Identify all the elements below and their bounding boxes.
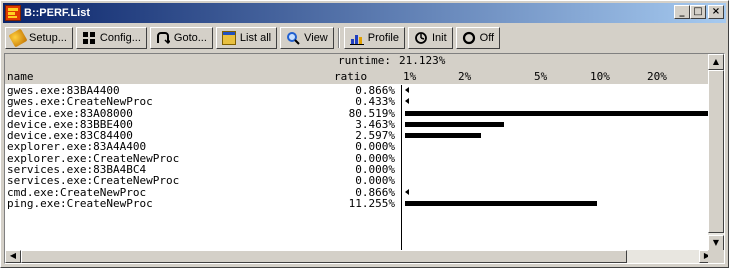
tick-label: 1% bbox=[403, 70, 417, 83]
ratio-bar bbox=[405, 133, 481, 139]
view-label: View bbox=[304, 32, 328, 44]
toolbar: Setup... Config... Goto... List all View bbox=[3, 25, 726, 51]
below-scale-arrow-icon bbox=[405, 87, 409, 93]
ratio-bar bbox=[405, 121, 504, 127]
wrench-icon bbox=[8, 28, 28, 48]
off-button[interactable]: Off bbox=[455, 27, 501, 49]
setup-button[interactable]: Setup... bbox=[5, 27, 73, 49]
profile-button[interactable]: Profile bbox=[343, 27, 405, 49]
row-ratio: 0.000% bbox=[355, 140, 395, 154]
off-icon bbox=[462, 31, 476, 45]
view-button[interactable]: View bbox=[280, 27, 334, 49]
maximize-button[interactable]: □ bbox=[690, 5, 706, 19]
init-label: Init bbox=[431, 32, 447, 44]
grid-icon bbox=[82, 31, 96, 45]
vertical-scroll-thumb[interactable] bbox=[708, 70, 724, 233]
scrollbar-corner bbox=[708, 250, 724, 263]
caption-buttons: _ □ × bbox=[674, 5, 724, 19]
ratio-column-header[interactable]: ratio bbox=[334, 71, 367, 82]
scroll-up-button[interactable]: ▲ bbox=[708, 54, 724, 70]
below-scale-arrow-icon bbox=[405, 188, 409, 195]
table-row[interactable]: gwes.exe:CreateNewProc 0.433% bbox=[5, 96, 715, 107]
title-bar[interactable]: B::PERF.List _ □ × bbox=[3, 3, 726, 23]
table-row[interactable]: ping.exe:CreateNewProc 11.255% bbox=[5, 198, 715, 209]
tick-label: 10% bbox=[590, 70, 610, 83]
scroll-down-button[interactable]: ▼ bbox=[708, 235, 724, 251]
tick-label: 5% bbox=[534, 70, 548, 83]
window-title: B::PERF.List bbox=[24, 7, 90, 19]
runtime-label: runtime: bbox=[338, 54, 391, 67]
toolbar-separator bbox=[337, 28, 340, 48]
ratio-bar bbox=[405, 200, 598, 206]
goto-button[interactable]: Goto... bbox=[149, 27, 213, 49]
vertical-scrollbar[interactable]: ▲ ▼ bbox=[708, 54, 724, 251]
tick-label: 20% bbox=[647, 70, 667, 83]
row-ratio: 11.255% bbox=[348, 196, 395, 210]
runtime-value: 21.123% bbox=[399, 54, 446, 67]
column-header: runtime: 21.123% name ratio 1% 2% 5% 10%… bbox=[5, 54, 715, 84]
row-ratio: 80.519% bbox=[348, 106, 395, 120]
close-button[interactable]: × bbox=[708, 5, 724, 19]
below-scale-arrow-icon bbox=[405, 98, 409, 105]
app-icon bbox=[5, 5, 21, 21]
tick-label: 2% bbox=[458, 70, 472, 83]
horizontal-scrollbar[interactable]: ◀ ▶ bbox=[5, 250, 715, 263]
row-ratio: 0.000% bbox=[355, 174, 395, 188]
profile-chart-icon bbox=[349, 31, 364, 45]
init-button[interactable]: Init bbox=[407, 27, 453, 49]
config-label: Config... bbox=[99, 32, 141, 44]
off-label: Off bbox=[479, 32, 495, 44]
perf-list-area[interactable]: runtime: 21.123% name ratio 1% 2% 5% 10%… bbox=[4, 53, 725, 264]
list-icon bbox=[221, 31, 236, 45]
perf-rows: gwes.exe:83BA4400 0.866% gwes.exe:CreateNe… bbox=[5, 85, 716, 209]
list-all-button[interactable]: List all bbox=[215, 27, 278, 49]
ratio-bar bbox=[405, 110, 716, 116]
goto-label: Goto... bbox=[173, 32, 207, 44]
init-icon bbox=[414, 31, 428, 45]
row-name: gwes.exe:CreateNewProc bbox=[7, 95, 153, 109]
scroll-left-button[interactable]: ◀ bbox=[5, 250, 21, 263]
row-name: services.exe:CreateNewProc bbox=[7, 174, 180, 188]
row-ratio: 0.433% bbox=[355, 95, 395, 109]
row-name: explorer.exe:83A4A400 bbox=[7, 140, 147, 154]
profile-label: Profile bbox=[367, 32, 399, 44]
setup-label: Setup... bbox=[29, 32, 67, 44]
magnifier-icon bbox=[286, 31, 300, 45]
perf-list-window: B::PERF.List _ □ × Setup... Config... Go… bbox=[0, 0, 729, 268]
minimize-button[interactable]: _ bbox=[674, 5, 690, 19]
list-all-label: List all bbox=[239, 32, 272, 44]
goto-arrow-icon bbox=[156, 31, 172, 45]
row-name: device.exe:83A08000 bbox=[7, 106, 133, 120]
name-column-header[interactable]: name bbox=[7, 71, 34, 82]
horizontal-scroll-thumb[interactable] bbox=[21, 250, 627, 263]
row-name: ping.exe:CreateNewProc bbox=[7, 196, 153, 210]
config-button[interactable]: Config... bbox=[75, 27, 147, 49]
table-row[interactable]: services.exe:CreateNewProc 0.000% bbox=[5, 175, 715, 186]
